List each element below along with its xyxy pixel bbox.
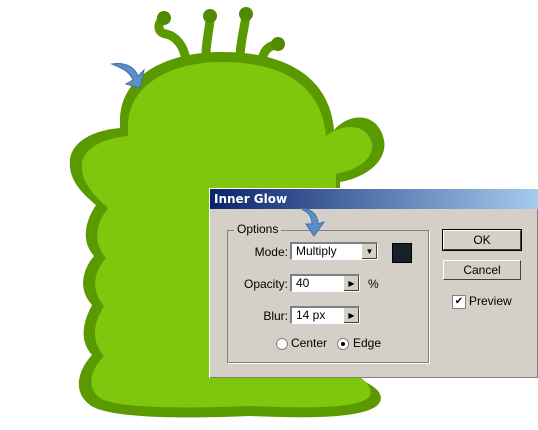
options-legend: Options — [234, 222, 282, 236]
chevron-right-icon[interactable]: ▶ — [343, 308, 359, 323]
ok-button[interactable]: OK — [442, 229, 522, 251]
dialog-title: Inner Glow — [214, 192, 288, 206]
opacity-unit: % — [368, 277, 379, 291]
mode-value: Multiply — [296, 244, 337, 258]
dialog-titlebar[interactable]: Inner Glow — [210, 189, 538, 209]
blur-value: 14 px — [296, 308, 326, 322]
edge-label: Edge — [353, 336, 382, 350]
mode-select[interactable]: Multiply ▼ — [290, 242, 378, 260]
edge-radio[interactable] — [337, 338, 349, 350]
opacity-value: 40 — [296, 276, 310, 290]
center-label: Center — [291, 336, 328, 350]
opacity-field[interactable]: 40 ▶ — [290, 274, 360, 292]
blur-label: Blur: — [263, 309, 288, 323]
pointer-arrow-top — [110, 63, 145, 89]
blur-field[interactable]: 14 px ▶ — [290, 306, 360, 324]
chevron-down-icon[interactable]: ▼ — [361, 244, 377, 259]
center-radio[interactable] — [276, 338, 288, 350]
preview-checkbox[interactable]: ✔ — [452, 295, 466, 309]
pointer-arrow-options — [299, 207, 326, 237]
glow-color-swatch[interactable] — [392, 243, 412, 263]
preview-label: Preview — [469, 294, 512, 308]
opacity-label: Opacity: — [243, 277, 288, 291]
mode-label: Mode: — [254, 245, 288, 259]
cancel-button[interactable]: Cancel — [443, 260, 521, 280]
inner-glow-dialog: Inner Glow Options Mode: Multiply ▼ Opac… — [209, 188, 538, 378]
chevron-right-icon[interactable]: ▶ — [343, 276, 359, 291]
